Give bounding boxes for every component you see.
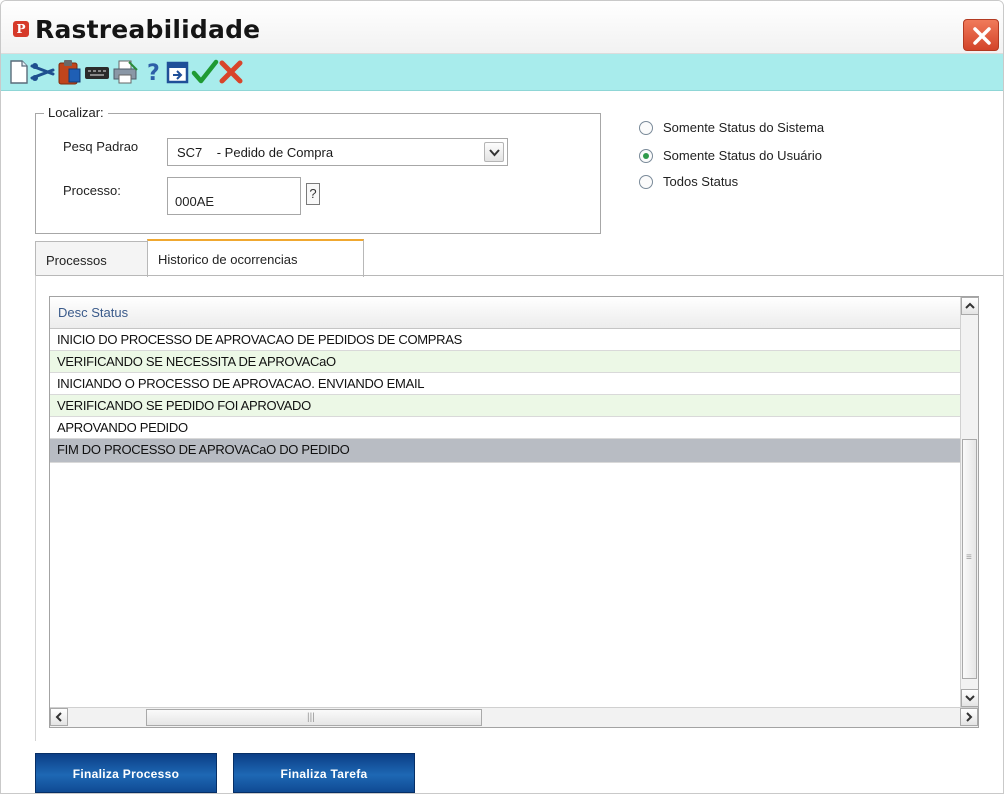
processo-lookup-button[interactable]: ? bbox=[306, 183, 320, 205]
window-icon[interactable] bbox=[164, 58, 192, 86]
pesq-padrao-value: SC7 - Pedido de Compra bbox=[177, 145, 334, 160]
keyboard-icon[interactable] bbox=[83, 58, 111, 86]
table-row[interactable]: VERIFICANDO SE NECESSITA DE APROVACaO bbox=[50, 351, 960, 373]
pesq-padrao-label: Pesq Padrao bbox=[63, 139, 139, 154]
table-row[interactable]: INICIANDO O PROCESSO DE APROVACAO. ENVIA… bbox=[50, 373, 960, 395]
table-row[interactable]: APROVANDO PEDIDO bbox=[50, 417, 960, 439]
horizontal-scroll-thumb[interactable]: ||| bbox=[146, 709, 482, 726]
window-title: Rastreabilidade bbox=[35, 15, 261, 44]
pesq-padrao-select[interactable]: SC7 - Pedido de Compra bbox=[167, 138, 508, 166]
table-row[interactable]: VERIFICANDO SE PEDIDO FOI APROVADO bbox=[50, 395, 960, 417]
clipboard-icon[interactable] bbox=[55, 58, 83, 86]
scroll-left-button[interactable] bbox=[50, 708, 68, 726]
grip-icon: ||| bbox=[307, 712, 315, 723]
cut-icon[interactable] bbox=[29, 58, 57, 86]
help-icon[interactable]: ? bbox=[139, 58, 167, 86]
tab-historico-ocorrencias[interactable]: Historico de ocorrencias bbox=[147, 239, 364, 277]
horizontal-scrollbar[interactable]: ||| bbox=[50, 707, 978, 727]
table-row-selected[interactable]: FIM DO PROCESSO DE APROVACaO DO PEDIDO bbox=[50, 439, 960, 463]
app-logo-icon: P bbox=[13, 21, 29, 37]
chevron-down-icon bbox=[965, 695, 975, 702]
radio-button[interactable] bbox=[639, 175, 653, 189]
processo-input[interactable] bbox=[167, 177, 301, 215]
scroll-up-button[interactable] bbox=[961, 297, 979, 315]
radio-button-checked[interactable] bbox=[639, 149, 653, 163]
radio-button[interactable] bbox=[639, 121, 653, 135]
tab-processos[interactable]: Processos bbox=[35, 241, 148, 275]
table-row[interactable]: INICIO DO PROCESSO DE APROVACAO DE PEDID… bbox=[50, 329, 960, 351]
column-header-desc-status[interactable]: Desc Status bbox=[58, 305, 128, 320]
scroll-down-button[interactable] bbox=[961, 689, 979, 707]
radio-label: Somente Status do Sistema bbox=[663, 120, 825, 135]
vertical-scrollbar[interactable]: ≡ bbox=[960, 297, 979, 707]
chevron-down-icon bbox=[489, 149, 500, 157]
close-button[interactable] bbox=[963, 19, 999, 51]
grip-icon: ≡ bbox=[966, 552, 972, 563]
localizar-group bbox=[35, 113, 601, 234]
status-grid: Desc Status INICIO DO PROCESSO DE APROVA… bbox=[49, 296, 979, 728]
grid-header[interactable]: Desc Status bbox=[50, 297, 960, 329]
finaliza-processo-button[interactable]: Finaliza Processo bbox=[35, 753, 217, 793]
rastreabilidade-window: P Rastreabilidade ? Localizar: Pesq Padr… bbox=[0, 0, 1004, 794]
processo-label: Processo: bbox=[63, 183, 121, 198]
localizar-legend: Localizar: bbox=[44, 105, 108, 120]
confirm-check-icon[interactable] bbox=[191, 58, 219, 86]
close-icon bbox=[973, 27, 991, 45]
radio-label: Todos Status bbox=[663, 174, 739, 189]
toolbar: ? bbox=[1, 54, 1003, 91]
print-icon[interactable] bbox=[111, 58, 139, 86]
chevron-up-icon bbox=[965, 302, 975, 309]
dropdown-button[interactable] bbox=[484, 142, 504, 162]
scroll-right-button[interactable] bbox=[960, 708, 978, 726]
finaliza-tarefa-button[interactable]: Finaliza Tarefa bbox=[233, 753, 415, 793]
vertical-scroll-thumb[interactable]: ≡ bbox=[962, 439, 977, 679]
cancel-x-icon[interactable] bbox=[217, 58, 245, 86]
chevron-right-icon bbox=[966, 712, 973, 722]
chevron-left-icon bbox=[55, 712, 62, 722]
title-bar: P Rastreabilidade bbox=[1, 1, 1003, 54]
svg-text:?: ? bbox=[147, 61, 160, 86]
radio-label: Somente Status do Usuário bbox=[663, 148, 822, 163]
